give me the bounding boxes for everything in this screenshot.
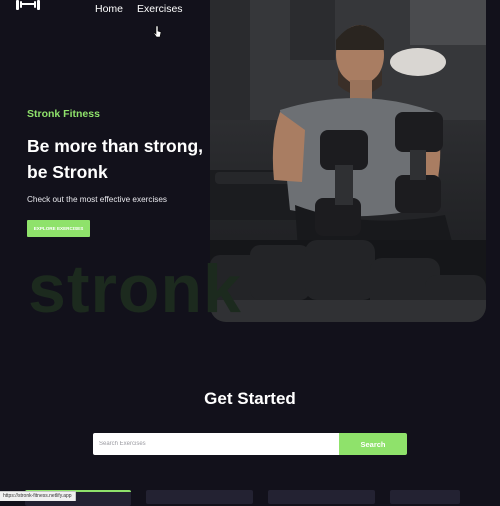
category-card[interactable] [390, 490, 460, 504]
mouse-pointer-icon [154, 26, 162, 38]
hero-watermark-text: stronk [28, 251, 242, 327]
athlete-with-dumbbells-photo [210, 0, 486, 322]
explore-exercises-button[interactable]: EXPLORE EXERCISES [27, 220, 90, 237]
nav-item-exercises[interactable]: Exercises [137, 3, 183, 15]
category-card[interactable] [268, 490, 375, 504]
category-cards [25, 490, 460, 506]
search-button[interactable]: Search [339, 433, 407, 455]
search-input[interactable] [93, 433, 339, 455]
search-bar: Search [93, 433, 407, 455]
hero-photo [210, 0, 486, 322]
section-title-get-started: Get Started [204, 389, 296, 408]
hero-headline: Be more than strong, be Stronk [27, 136, 203, 182]
main-nav: Home Exercises [95, 3, 183, 15]
hero-subtext: Check out the most effective exercises [27, 195, 168, 204]
dumbbell-logo-icon[interactable] [14, 0, 42, 12]
category-card[interactable] [146, 490, 253, 504]
nav-item-home[interactable]: Home [95, 3, 123, 15]
brand-name: Stronk Fitness [27, 108, 100, 120]
